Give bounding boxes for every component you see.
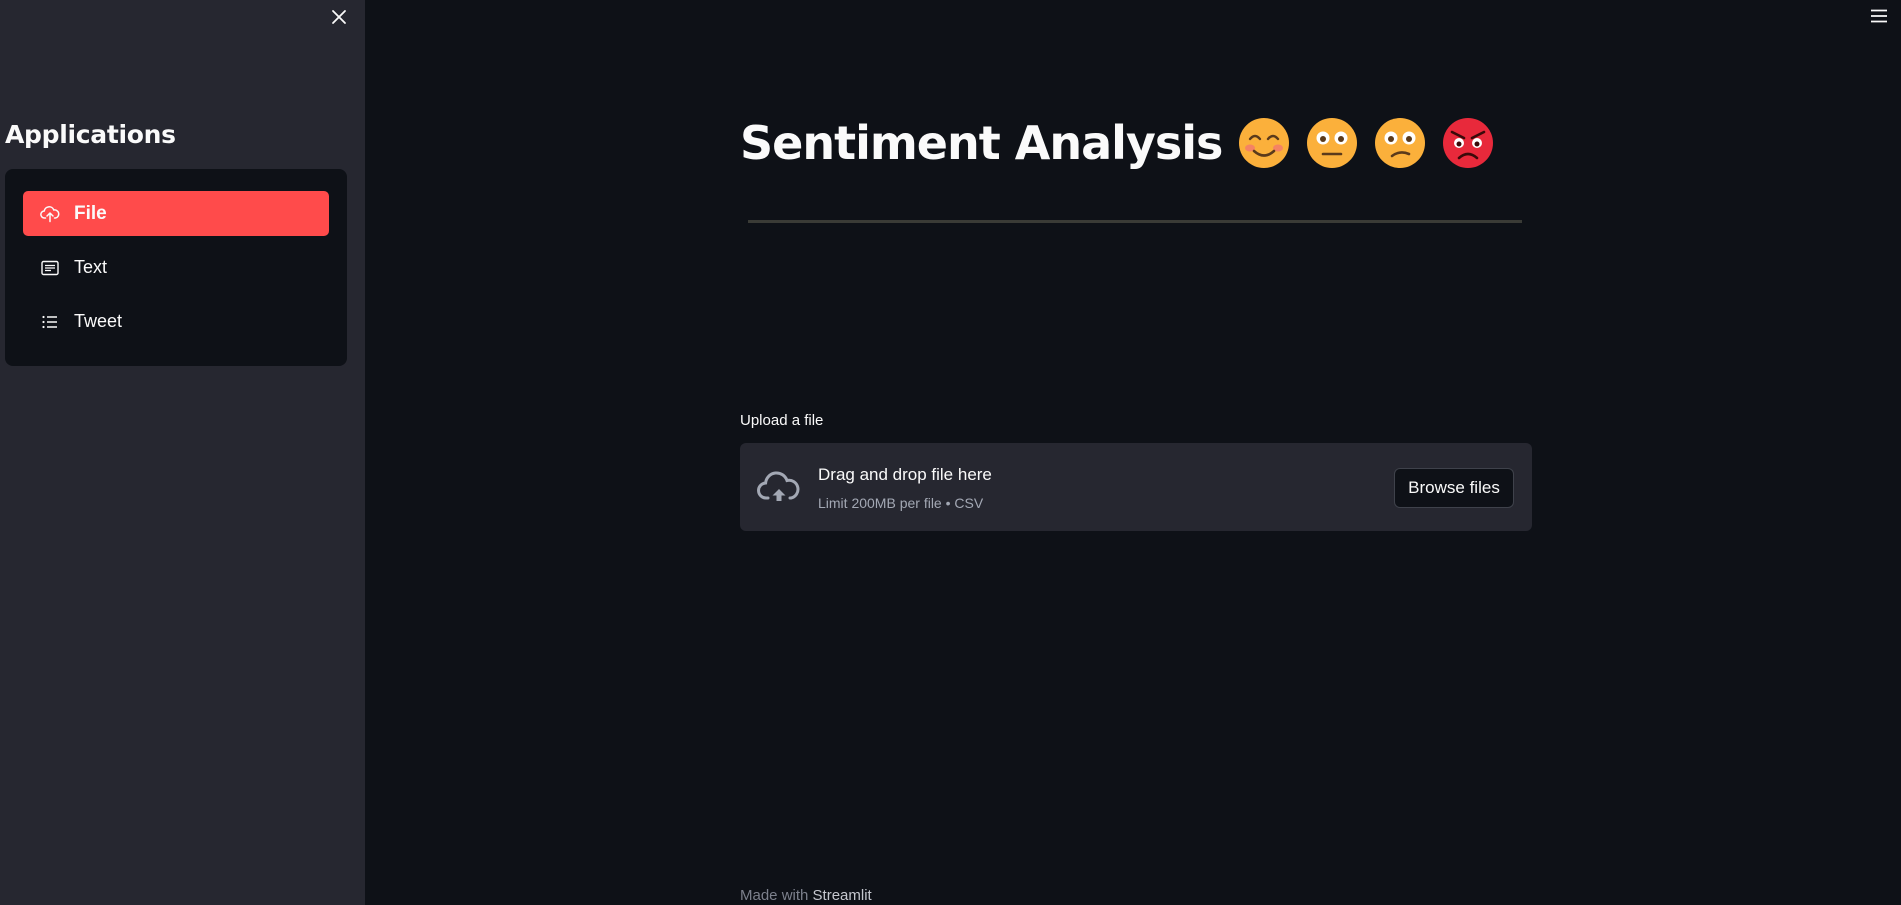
menu-item-label: Text [74, 257, 108, 277]
confused-face-icon [1375, 118, 1426, 168]
streamlit-link[interactable]: Streamlit [813, 887, 872, 904]
close-icon [332, 10, 346, 24]
dropzone-instructions: Drag and drop file here [818, 465, 992, 484]
browse-files-button[interactable]: Browse files [1394, 468, 1514, 508]
sidebar-heading: Applications [5, 120, 176, 149]
option-menu: File Text Tweet [5, 169, 347, 366]
upload-label: Upload a file [740, 412, 824, 429]
hamburger-icon [1871, 9, 1887, 23]
smiling-face-icon [1239, 118, 1290, 168]
main-menu-button[interactable] [1868, 6, 1890, 26]
menu-item-file[interactable]: File [23, 191, 329, 236]
cloud-upload-icon [40, 204, 60, 224]
menu-item-label: File [74, 202, 107, 224]
text-document-icon [40, 258, 60, 278]
menu-item-tweet[interactable]: Tweet [23, 299, 329, 344]
title-divider [748, 220, 1522, 223]
close-sidebar-button[interactable] [326, 4, 352, 30]
dropzone-limit: Limit 200MB per file • CSV [818, 495, 984, 511]
file-dropzone[interactable]: Drag and drop file here Limit 200MB per … [740, 443, 1532, 531]
list-icon [40, 312, 60, 332]
sidebar: Applications File Text Tweet [0, 0, 365, 905]
cloud-upload-icon [757, 471, 800, 501]
footer-prefix: Made with [740, 887, 809, 904]
page-title: Sentiment Analysis [740, 116, 1494, 170]
menu-item-label: Tweet [74, 311, 123, 331]
footer: Made with Streamlit [740, 887, 872, 904]
neutral-face-icon [1307, 118, 1358, 168]
angry-face-icon [1443, 118, 1494, 168]
menu-item-text[interactable]: Text [23, 245, 329, 290]
page-title-text: Sentiment Analysis [740, 116, 1223, 170]
emoji-row [1238, 117, 1494, 169]
